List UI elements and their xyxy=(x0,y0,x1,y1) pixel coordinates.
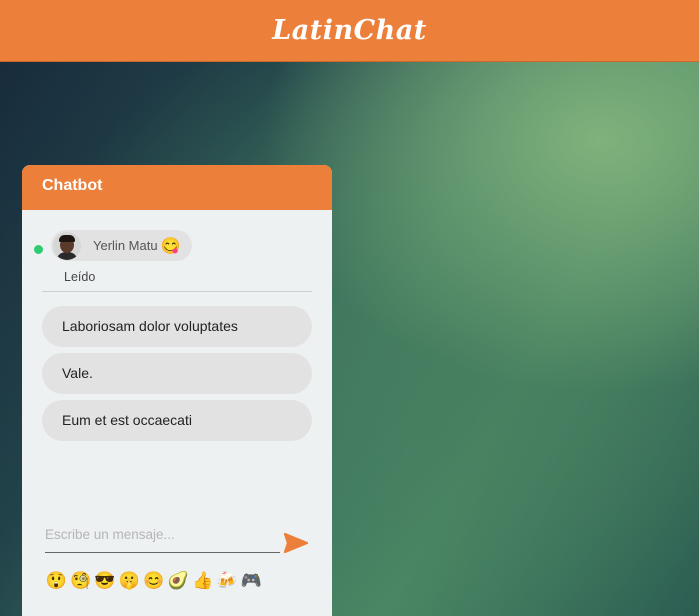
divider xyxy=(42,291,312,292)
read-receipt: Leído xyxy=(64,270,96,284)
emoji-bar: 😲 🧐 😎 🤫 😊 🥑 👍 🍻 🎮 xyxy=(44,571,264,591)
emoji-thumbs-up[interactable]: 👍 xyxy=(190,571,214,591)
emoji-astonished[interactable]: 😲 xyxy=(44,571,68,591)
emoji-monocle[interactable]: 🧐 xyxy=(68,571,92,591)
emoji-gamepad[interactable]: 🎮 xyxy=(239,571,263,591)
emoji-sunglasses[interactable]: 😎 xyxy=(93,571,117,591)
contact-chip[interactable]: Yerlin Matu 😋 xyxy=(51,230,192,261)
message-input-wrapper xyxy=(45,519,280,553)
contact-name: Yerlin Matu xyxy=(93,238,158,253)
chat-header[interactable]: Chatbot xyxy=(22,165,332,210)
contact-emoji: 😋 xyxy=(160,237,181,255)
message-input[interactable] xyxy=(45,519,280,549)
message-bubble: Laboriosam dolor voluptates xyxy=(42,306,312,347)
emoji-beers[interactable]: 🍻 xyxy=(215,571,239,591)
brand-logo[interactable]: LatinChat xyxy=(272,15,426,46)
top-bar: LatinChat xyxy=(0,0,699,62)
message-bubble: Eum et est occaecati xyxy=(42,400,312,441)
send-icon[interactable] xyxy=(284,533,308,553)
emoji-smiling[interactable]: 😊 xyxy=(142,571,166,591)
message-bubble: Vale. xyxy=(42,353,312,394)
emoji-avocado[interactable]: 🥑 xyxy=(166,571,190,591)
online-status-dot xyxy=(34,245,43,254)
chat-panel: Chatbot Yerlin Matu 😋 Leído Laboriosam d… xyxy=(22,165,332,616)
avatar xyxy=(53,231,81,260)
emoji-shushing[interactable]: 🤫 xyxy=(117,571,141,591)
